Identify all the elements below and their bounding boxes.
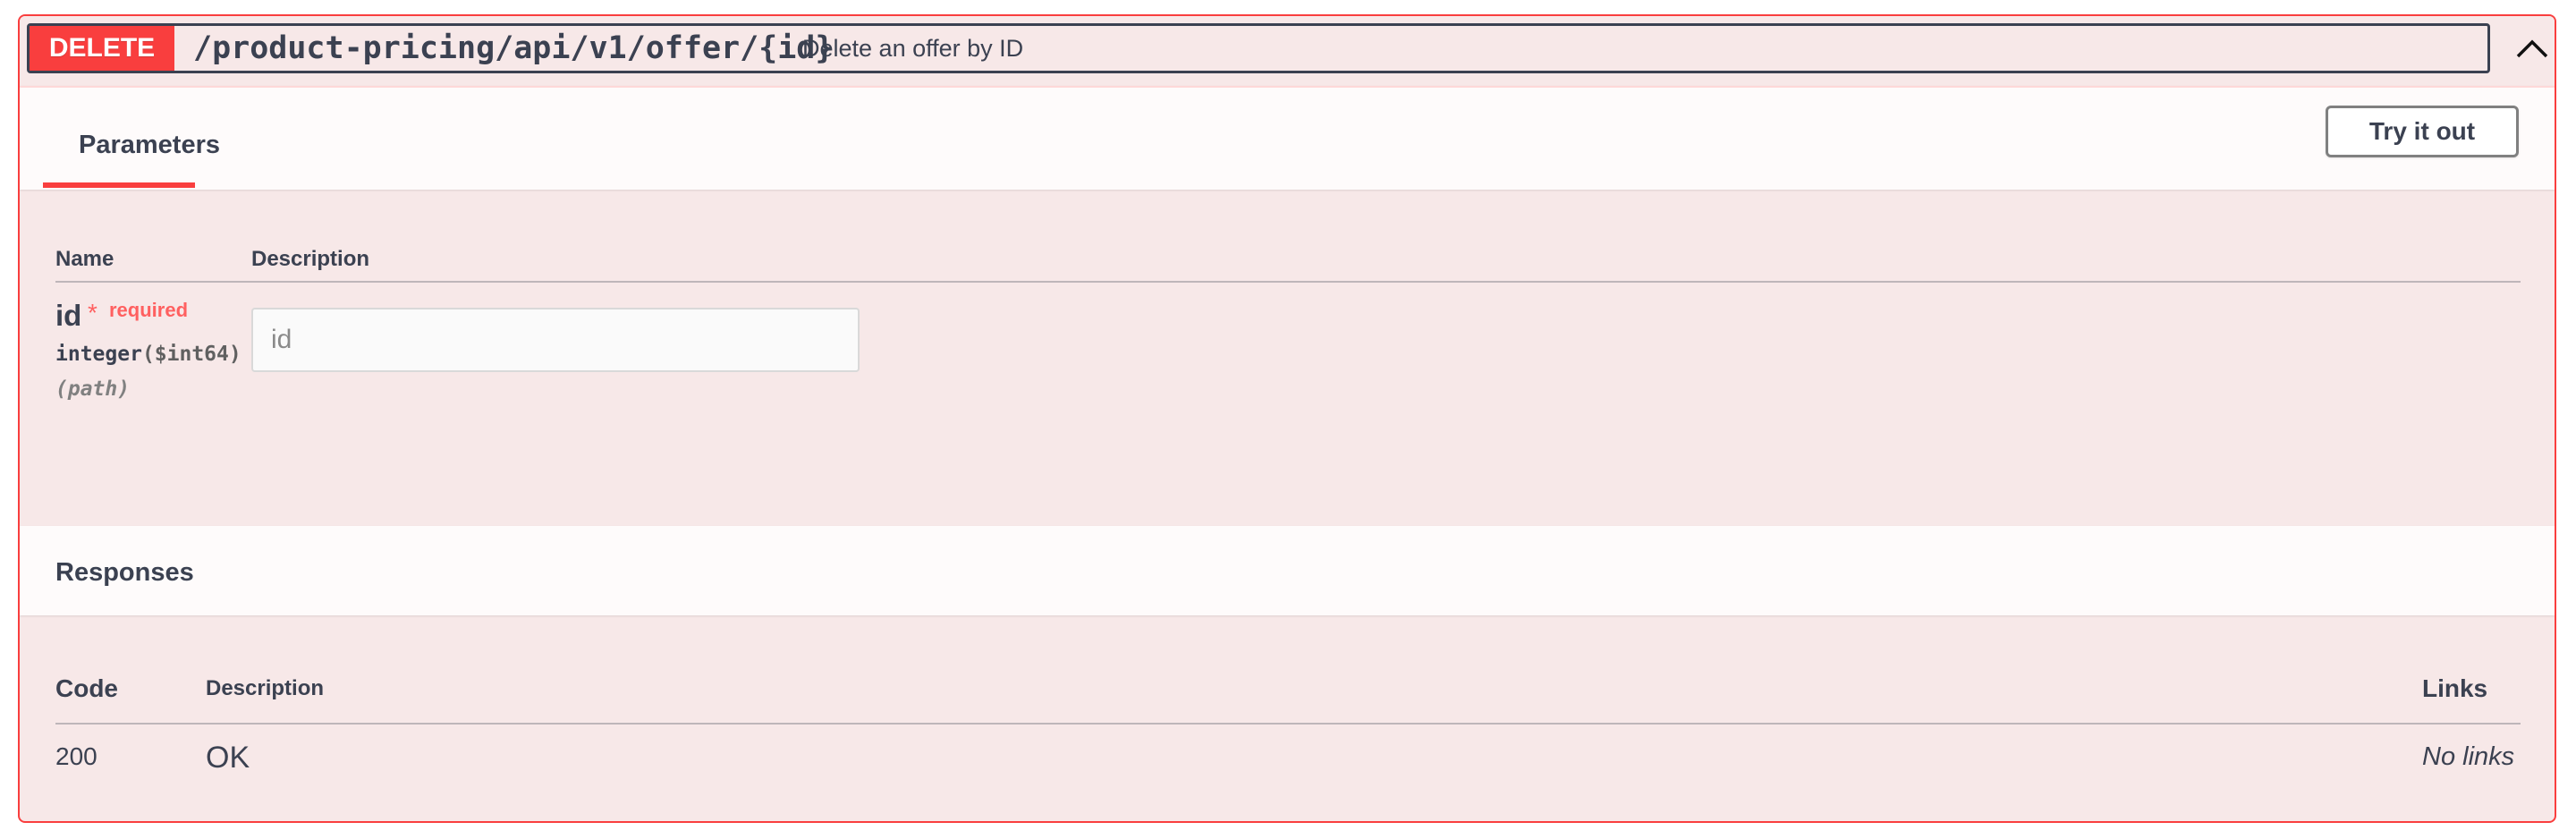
- try-it-out-button[interactable]: Try it out: [2326, 106, 2519, 157]
- response-header-divider: [55, 723, 2521, 725]
- endpoint-path: /product-pricing/api/v1/offer/{id}: [193, 30, 835, 66]
- operation-description: Delete an offer by ID: [802, 34, 1024, 62]
- responses-header: Responses: [20, 526, 2555, 615]
- method-badge: DELETE: [30, 26, 174, 71]
- chevron-up-icon: [2516, 39, 2548, 58]
- response-description: OK: [206, 741, 250, 775]
- response-code: 200: [55, 742, 97, 770]
- response-links: No links: [2422, 742, 2515, 771]
- tab-parameters[interactable]: Parameters: [43, 86, 220, 188]
- param-type-name: integer: [55, 343, 142, 366]
- response-column-description: Description: [206, 676, 325, 700]
- param-header-divider: [55, 281, 2521, 283]
- param-location: (path): [55, 377, 131, 401]
- required-star: *: [88, 299, 97, 326]
- param-column-description: Description: [251, 247, 370, 271]
- param-name: id: [55, 299, 82, 332]
- responses-title: Responses: [55, 558, 194, 587]
- required-label: required: [109, 299, 189, 321]
- collapse-button[interactable]: [2512, 29, 2553, 70]
- response-column-code: Code: [55, 674, 118, 702]
- id-input[interactable]: [251, 308, 860, 372]
- response-column-links: Links: [2422, 674, 2488, 702]
- operation-summary-control[interactable]: DELETE /product-pricing/api/v1/offer/{id…: [27, 23, 2490, 73]
- tab-parameters-label: Parameters: [79, 131, 220, 159]
- param-format: ($int64): [141, 343, 242, 366]
- operation-summary[interactable]: DELETE /product-pricing/api/v1/offer/{id…: [20, 16, 2555, 88]
- param-column-name: Name: [55, 247, 114, 271]
- operation-block: DELETE /product-pricing/api/v1/offer/{id…: [18, 14, 2556, 823]
- param-type: integer($int64): [55, 343, 242, 366]
- parameters-header: Parameters Try it out: [20, 86, 2555, 190]
